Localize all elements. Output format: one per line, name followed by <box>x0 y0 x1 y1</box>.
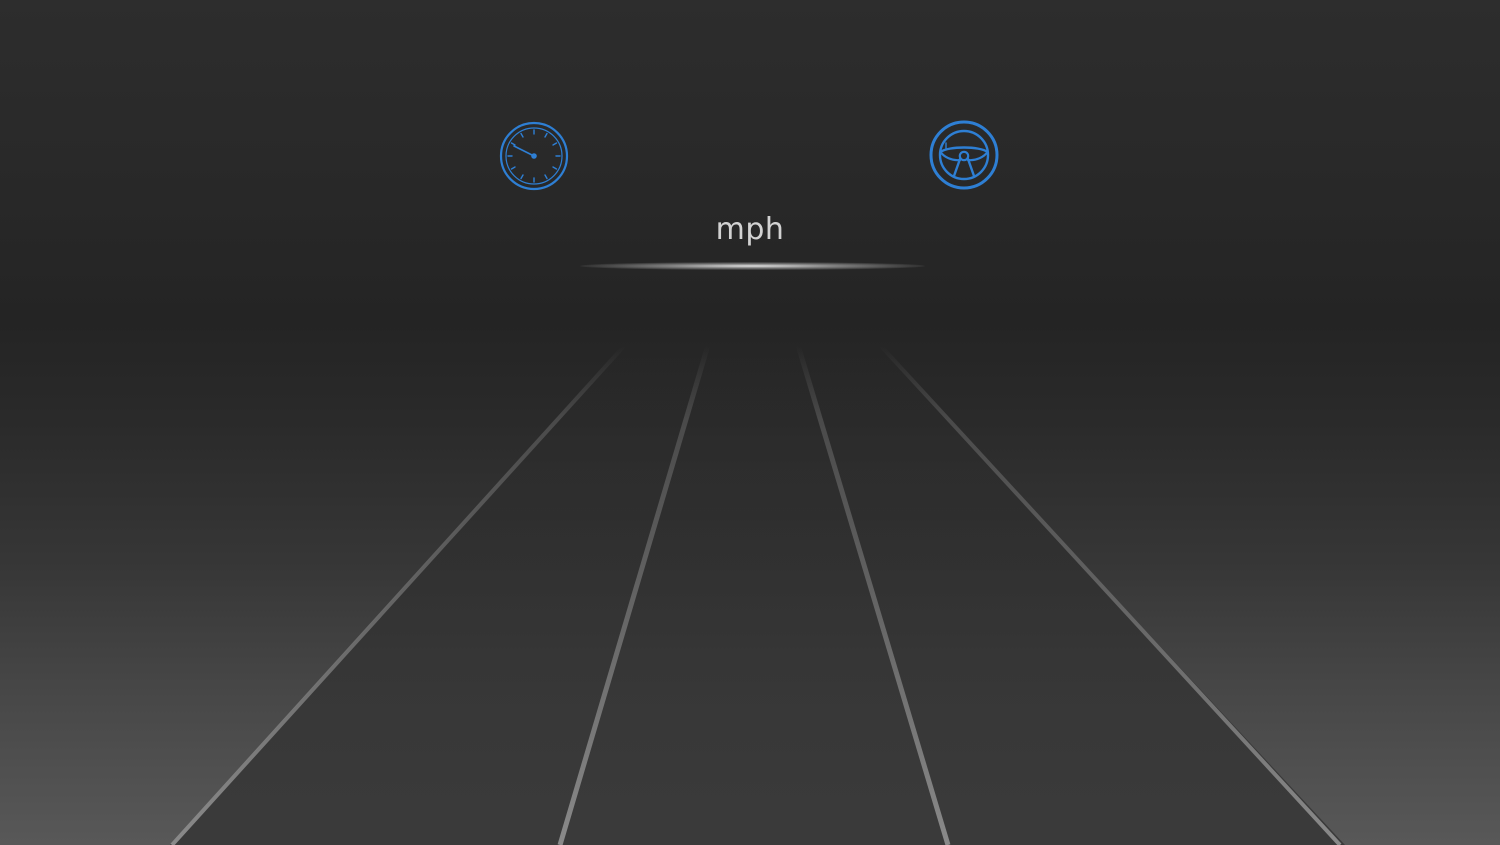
speed-unit-label: mph <box>715 212 785 247</box>
speed-underline-glow <box>580 262 925 270</box>
road-lanes <box>170 343 1345 845</box>
road-surface <box>170 345 1345 845</box>
steering-wheel-icon[interactable] <box>926 119 1002 193</box>
speedometer-icon[interactable] <box>497 119 571 193</box>
driving-hud-screen: mph <box>0 0 1500 845</box>
